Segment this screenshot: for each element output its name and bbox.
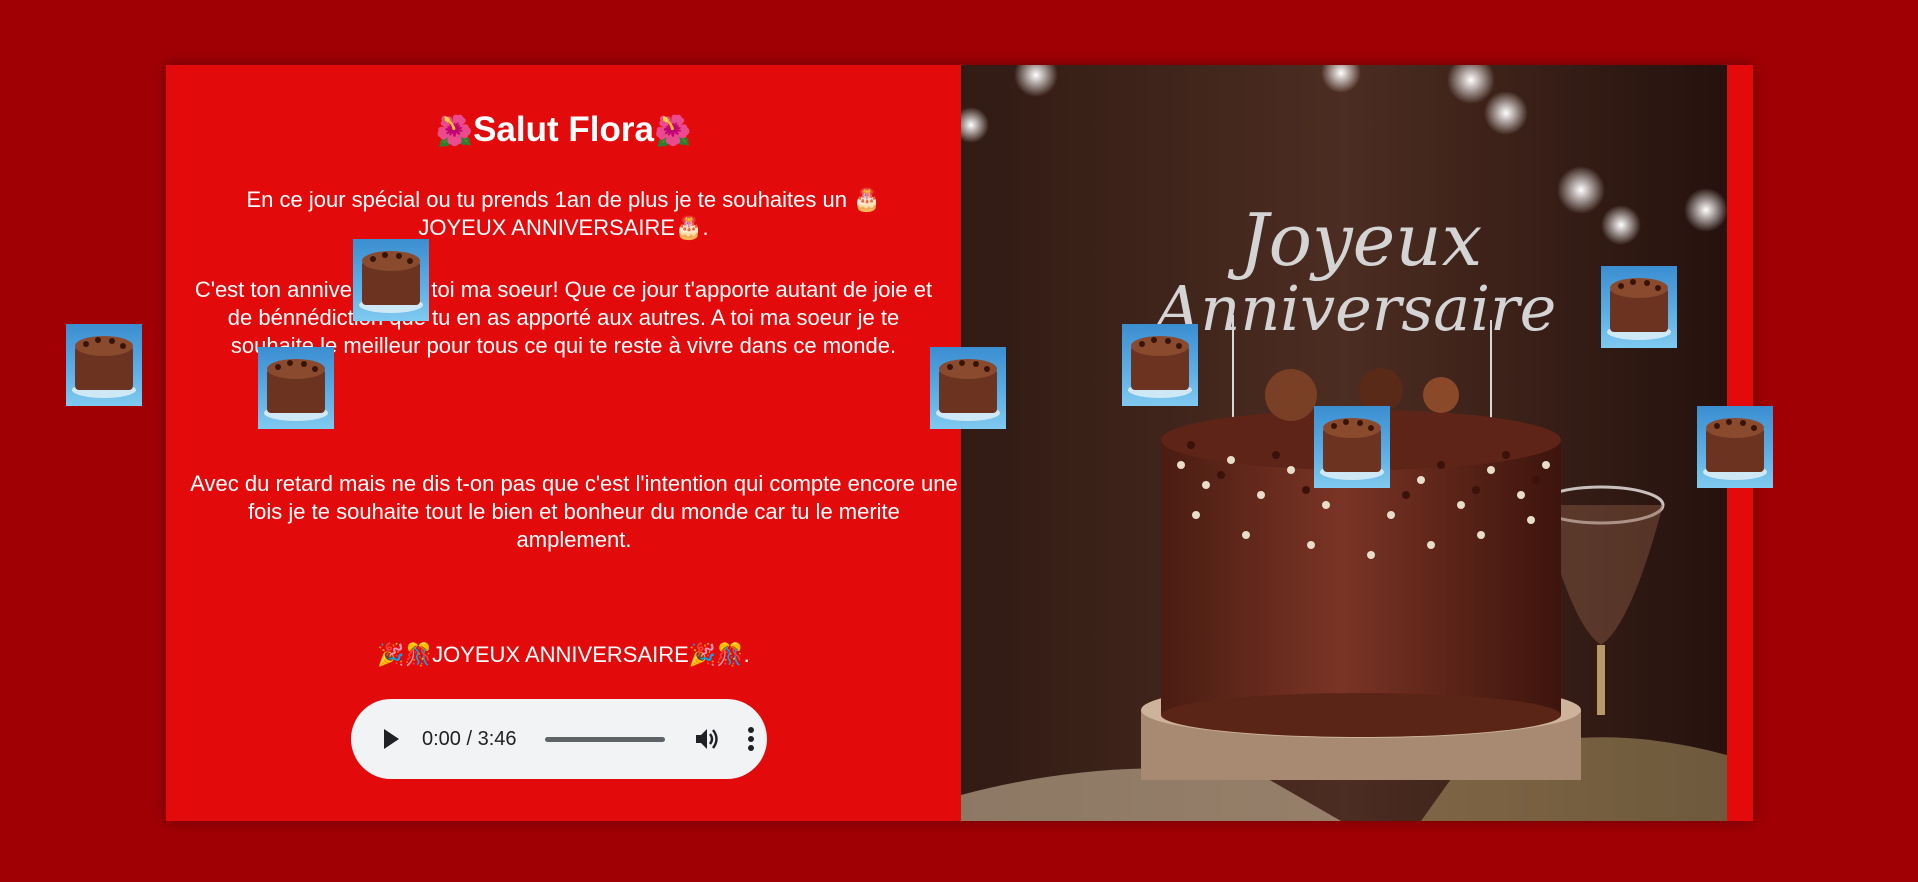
audio-player[interactable]: 0:00 / 3:46 [351, 699, 767, 779]
volume-icon[interactable] [695, 727, 721, 751]
audio-progress-slider[interactable] [545, 737, 665, 742]
floating-cake-icon [258, 347, 334, 429]
closing-line: 🎉🎊JOYEUX ANNIVERSAIRE🎉🎊. [377, 642, 750, 667]
floating-cake-icon [1601, 266, 1677, 348]
cake-emoji-icon: 🎂 [675, 215, 703, 240]
hibiscus-icon: 🌺 [653, 115, 692, 148]
floating-cake-icon [1697, 406, 1773, 488]
floating-cake-icon [353, 239, 429, 321]
floating-cake-icon [930, 347, 1006, 429]
audio-time: 0:00 / 3:46 [422, 728, 517, 750]
late-wish-paragraph: Avec du retard mais ne dis t-on pas que … [190, 471, 958, 552]
floating-cake-icon [1122, 324, 1198, 406]
more-options-icon[interactable] [747, 726, 755, 752]
birthday-card: 🌺Salut Flora🌺 En ce jour spécial ou tu p… [166, 65, 1753, 821]
play-icon[interactable] [381, 727, 401, 751]
cake-emoji-icon: 🎂 [853, 187, 881, 212]
floating-cake-icon [1314, 406, 1390, 488]
party-popper-icon: 🎉🎊 [377, 642, 433, 667]
message-panel: 🌺Salut Flora🌺 En ce jour spécial ou tu p… [166, 65, 961, 821]
hibiscus-icon: 🌺 [435, 115, 474, 148]
topper-line2: Anniversaire [1151, 272, 1557, 345]
topper-line1: Joyeux [1227, 198, 1482, 282]
page-title: 🌺Salut Flora🌺 [166, 109, 961, 153]
floating-cake-icon [66, 324, 142, 406]
party-popper-icon: 🎉🎊 [688, 642, 744, 667]
intro-paragraph: En ce jour spécial ou tu prends 1an de p… [246, 187, 881, 240]
greeting-title: Salut Flora [473, 110, 654, 149]
